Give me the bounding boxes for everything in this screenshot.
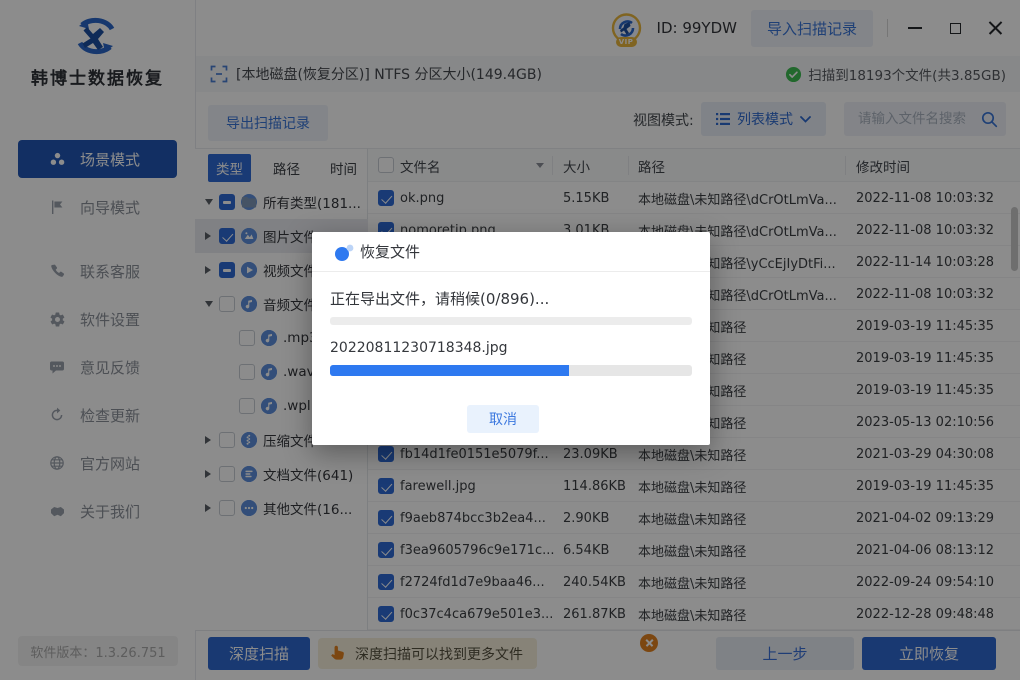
file-progress-fill [330, 365, 569, 376]
total-progress-bar [330, 317, 692, 325]
file-progress-bar [330, 365, 692, 376]
cancel-button[interactable]: 取消 [467, 405, 539, 433]
dialog-header: 恢复文件 [312, 232, 710, 272]
recover-dialog: 恢复文件 正在导出文件，请稍候(0/896)... 20220811230718… [312, 232, 710, 445]
dialog-title: 恢复文件 [360, 241, 420, 262]
export-status-text: 正在导出文件，请稍候(0/896)... [330, 288, 549, 309]
app-window: VIP ID: 99YDW 导入扫描记录 韩博士数据恢复 场景模式向导模式联系客… [0, 0, 1020, 680]
current-filename: 20220811230718348.jpg [330, 340, 508, 356]
loading-spinner-icon [334, 244, 356, 262]
